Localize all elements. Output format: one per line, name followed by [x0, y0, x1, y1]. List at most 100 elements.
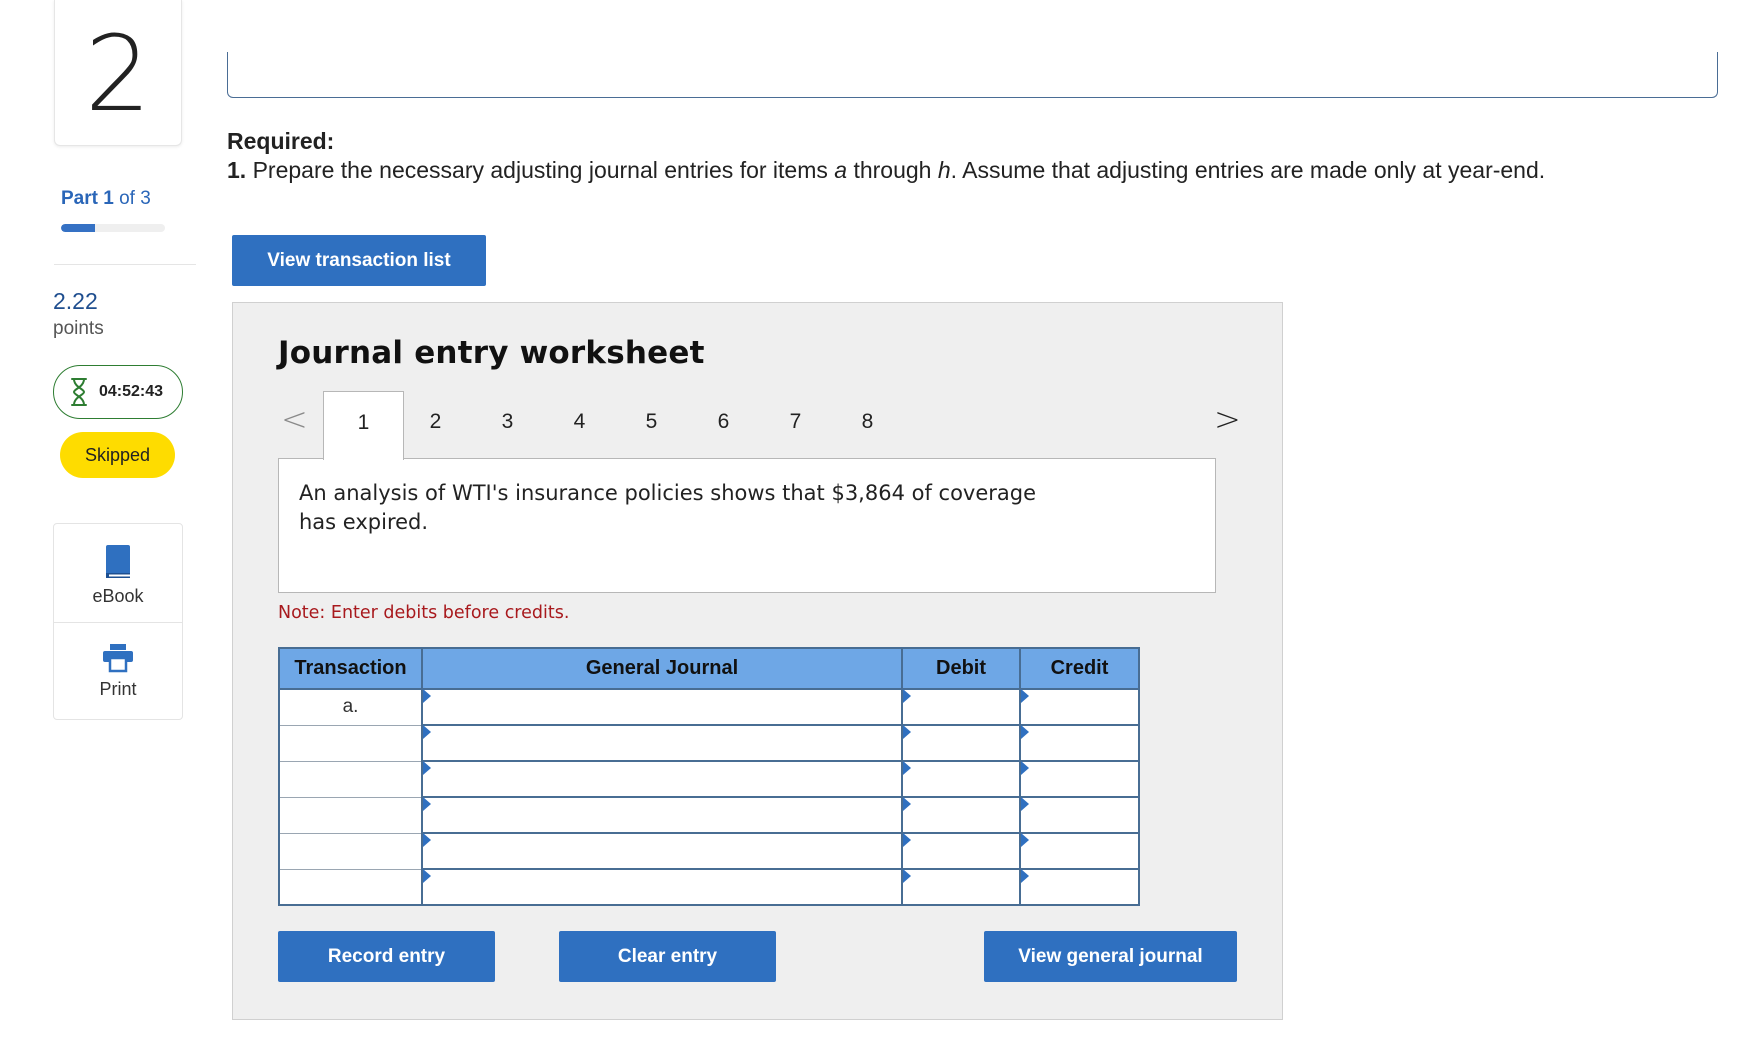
- table-row: [278, 868, 1140, 906]
- account-input[interactable]: [421, 724, 903, 762]
- table-row: [278, 796, 1140, 834]
- points-value: 2.22: [53, 288, 98, 314]
- debit-input[interactable]: [901, 832, 1021, 870]
- timer-value: 04:52:43: [99, 383, 164, 400]
- dropdown-marker-icon: [903, 725, 911, 739]
- journal-header-row: Transaction General Journal Debit Credit: [278, 647, 1140, 690]
- part-prefix: Part: [61, 188, 98, 209]
- next-arrow-icon[interactable]: >: [1214, 400, 1241, 438]
- header-debit: Debit: [901, 647, 1021, 690]
- debit-input[interactable]: [901, 868, 1021, 906]
- credit-input[interactable]: [1019, 760, 1140, 798]
- clear-entry-button[interactable]: Clear entry: [559, 931, 776, 982]
- view-transaction-list-button[interactable]: View transaction list: [232, 235, 486, 286]
- account-input[interactable]: [421, 868, 903, 906]
- credit-input[interactable]: [1019, 724, 1140, 762]
- tab-8[interactable]: 8: [827, 391, 908, 459]
- timer-pill[interactable]: 04:52:43: [53, 365, 183, 419]
- question-number: 2: [84, 13, 152, 135]
- dropdown-marker-icon: [1021, 689, 1029, 703]
- debit-input[interactable]: [901, 760, 1021, 798]
- dropdown-marker-icon: [903, 869, 911, 883]
- credit-input[interactable]: [1019, 688, 1140, 726]
- table-row: a.: [278, 688, 1140, 726]
- credit-input[interactable]: [1019, 832, 1140, 870]
- table-row: [278, 724, 1140, 762]
- transaction-cell: a.: [278, 688, 423, 726]
- worksheet-title: Journal entry worksheet: [278, 335, 705, 371]
- dropdown-marker-icon: [1021, 833, 1029, 847]
- header-transaction: Transaction: [278, 647, 423, 690]
- ebook-button[interactable]: eBook: [54, 524, 182, 622]
- transaction-cell: [278, 796, 423, 834]
- part-current: 1: [103, 188, 114, 209]
- record-entry-button[interactable]: Record entry: [278, 931, 495, 982]
- rail-divider: [54, 264, 196, 265]
- debit-input[interactable]: [901, 724, 1021, 762]
- tab-7[interactable]: 7: [755, 391, 836, 459]
- status-badge: Skipped: [60, 432, 175, 478]
- credit-input[interactable]: [1019, 796, 1140, 834]
- part-indicator: Part 1 of 3: [61, 188, 151, 210]
- book-icon: [106, 545, 130, 578]
- tab-1[interactable]: 1: [323, 391, 404, 460]
- dropdown-marker-icon: [903, 689, 911, 703]
- transaction-cell: [278, 832, 423, 870]
- tab-6[interactable]: 6: [683, 391, 764, 459]
- account-input[interactable]: [421, 796, 903, 834]
- instruction-number: 1.: [227, 157, 247, 183]
- transaction-cell: [278, 868, 423, 906]
- dropdown-marker-icon: [423, 725, 431, 739]
- print-button[interactable]: Print: [54, 622, 182, 720]
- instruction-item-h: h: [937, 157, 951, 183]
- credit-input[interactable]: [1019, 868, 1140, 906]
- dropdown-marker-icon: [423, 833, 431, 847]
- transaction-description-box: An analysis of WTI's insurance policies …: [278, 458, 1216, 593]
- dropdown-marker-icon: [903, 761, 911, 775]
- note-text: Note: Enter debits before credits.: [278, 603, 570, 623]
- ebook-label: eBook: [92, 586, 144, 606]
- answer-area: [227, 52, 1718, 98]
- account-input[interactable]: [421, 832, 903, 870]
- debit-input[interactable]: [901, 688, 1021, 726]
- view-general-journal-button[interactable]: View general journal: [984, 931, 1237, 982]
- instruction-item-a: a: [834, 157, 848, 183]
- instruction-text-3: . Assume that adjusting entries are made…: [950, 157, 1546, 183]
- dropdown-marker-icon: [903, 797, 911, 811]
- instruction-text-1: Prepare the necessary adjusting journal …: [252, 157, 828, 183]
- transaction-cell: [278, 760, 423, 798]
- account-input[interactable]: [421, 688, 903, 726]
- printer-icon: [103, 644, 133, 673]
- transaction-cell: [278, 724, 423, 762]
- part-progress-fill: [61, 224, 96, 232]
- tab-3[interactable]: 3: [467, 391, 548, 459]
- required-heading: Required:: [227, 128, 335, 154]
- instruction-text-2: through: [853, 157, 932, 183]
- debit-input[interactable]: [901, 796, 1021, 834]
- part-progress-bar: [61, 224, 165, 232]
- dropdown-marker-icon: [423, 869, 431, 883]
- part-suffix: of 3: [119, 188, 151, 209]
- header-credit: Credit: [1019, 647, 1140, 690]
- journal-table: Transaction General Journal Debit Credit…: [278, 647, 1140, 906]
- transaction-description: An analysis of WTI's insurance policies …: [299, 481, 1037, 534]
- account-input[interactable]: [421, 760, 903, 798]
- dropdown-marker-icon: [1021, 761, 1029, 775]
- journal-entry-worksheet: Journal entry worksheet < 1 2 3 4 5 6 7 …: [232, 302, 1283, 1020]
- tab-2[interactable]: 2: [395, 391, 476, 459]
- tab-5[interactable]: 5: [611, 391, 692, 459]
- points-label: points: [53, 318, 104, 339]
- tools-panel: eBook Print: [53, 523, 183, 720]
- required-instruction: 1. Prepare the necessary adjusting journ…: [227, 157, 1545, 184]
- dropdown-marker-icon: [423, 797, 431, 811]
- question-number-card: 2: [54, 0, 182, 146]
- table-row: [278, 832, 1140, 870]
- dropdown-marker-icon: [1021, 725, 1029, 739]
- dropdown-marker-icon: [423, 761, 431, 775]
- tab-4[interactable]: 4: [539, 391, 620, 459]
- prev-arrow-icon[interactable]: <: [281, 400, 308, 438]
- hourglass-icon: [71, 378, 87, 406]
- print-label: Print: [99, 679, 137, 699]
- table-row: [278, 760, 1140, 798]
- dropdown-marker-icon: [1021, 869, 1029, 883]
